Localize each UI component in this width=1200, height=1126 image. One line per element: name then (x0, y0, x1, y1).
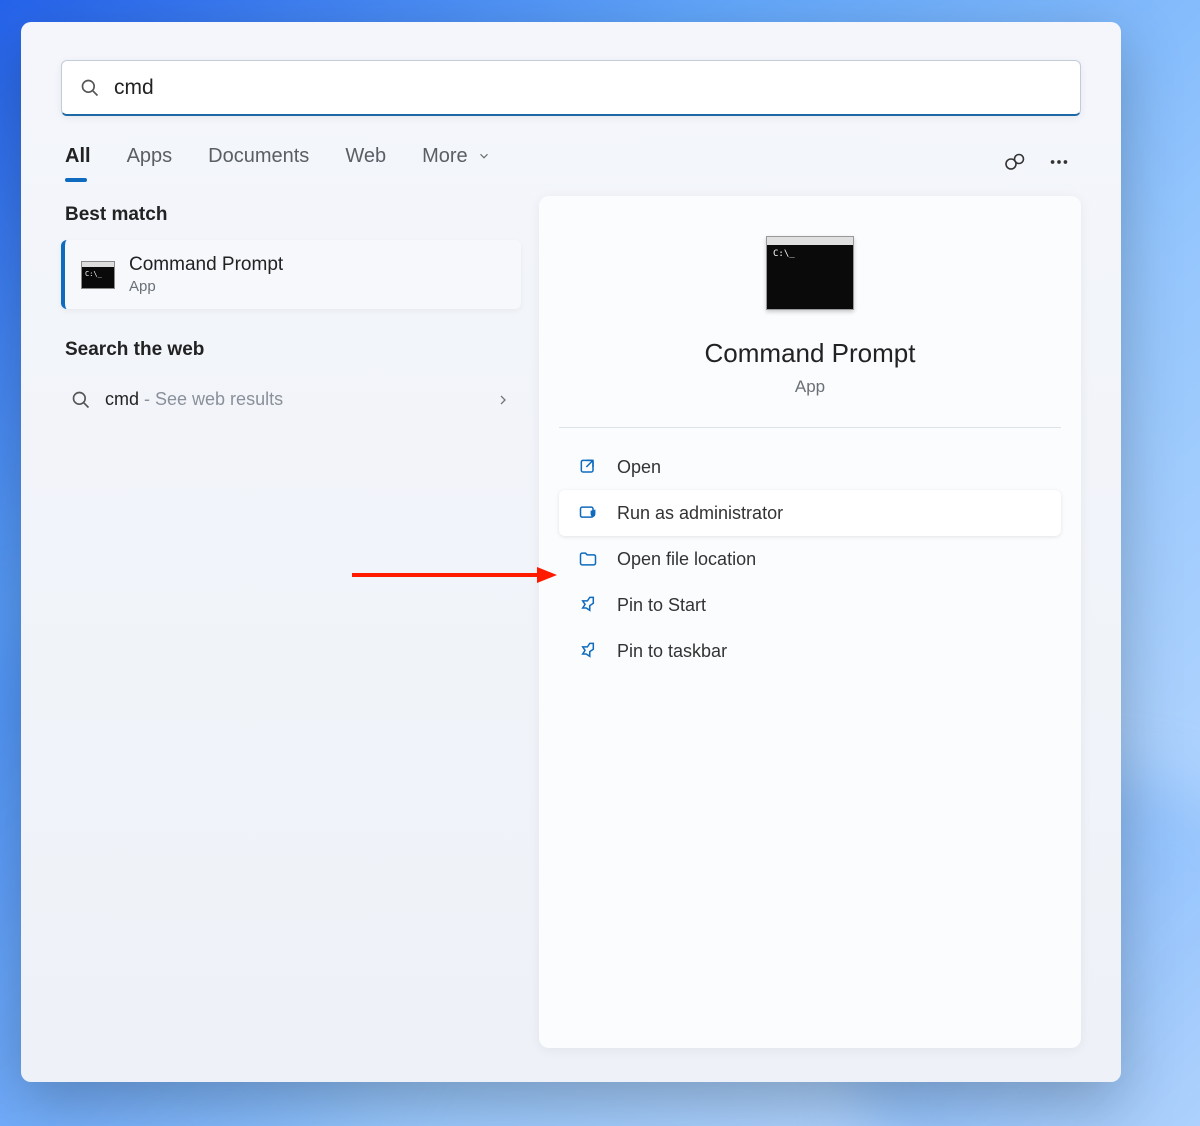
tabs-row: All Apps Documents Web More (61, 144, 1081, 180)
preview-title: Command Prompt (705, 338, 916, 369)
web-result-term: cmd (105, 389, 139, 409)
start-search-panel: All Apps Documents Web More Best match C… (21, 22, 1121, 1082)
action-open-location[interactable]: Open file location (559, 536, 1061, 582)
more-options-button[interactable] (1041, 144, 1077, 180)
tab-apps[interactable]: Apps (127, 145, 173, 180)
search-icon (80, 78, 100, 98)
tab-more[interactable]: More (422, 145, 491, 180)
tab-documents[interactable]: Documents (208, 145, 309, 180)
chevron-down-icon (477, 149, 491, 163)
divider (559, 427, 1061, 428)
folder-icon (577, 548, 599, 570)
admin-shield-icon (577, 502, 599, 524)
chat-icon (1003, 150, 1027, 174)
best-match-header: Best match (65, 204, 521, 226)
action-open[interactable]: Open (559, 444, 1061, 490)
ellipsis-icon (1048, 151, 1070, 173)
action-pin-start[interactable]: Pin to Start (559, 582, 1061, 628)
best-match-title: Command Prompt (129, 254, 283, 276)
action-run-admin[interactable]: Run as administrator (559, 490, 1061, 536)
command-prompt-icon (766, 236, 854, 310)
action-pin-taskbar-label: Pin to taskbar (617, 641, 727, 662)
web-result-hint: - See web results (139, 389, 283, 409)
chat-icon-button[interactable] (997, 144, 1033, 180)
action-run-admin-label: Run as administrator (617, 503, 783, 524)
best-match-subtitle: App (129, 278, 283, 295)
pin-icon (577, 594, 599, 616)
search-input[interactable] (114, 76, 1062, 100)
open-icon (577, 456, 599, 478)
best-match-item[interactable]: Command Prompt App (61, 240, 521, 309)
pin-icon (577, 640, 599, 662)
preview-subtitle: App (795, 377, 825, 397)
search-bar[interactable] (61, 60, 1081, 116)
action-open-location-label: Open file location (617, 549, 756, 570)
search-web-header: Search the web (65, 339, 521, 361)
chevron-right-icon (495, 392, 511, 408)
search-icon (71, 390, 91, 410)
tab-all[interactable]: All (65, 145, 91, 180)
results-column: Best match Command Prompt App Search the… (61, 196, 521, 1048)
preview-panel: Command Prompt App Open Run as administr… (539, 196, 1081, 1048)
web-result-text: cmd - See web results (105, 389, 283, 410)
action-pin-start-label: Pin to Start (617, 595, 706, 616)
tab-more-label: More (422, 145, 468, 167)
tab-web[interactable]: Web (345, 145, 386, 180)
action-open-label: Open (617, 457, 661, 478)
action-pin-taskbar[interactable]: Pin to taskbar (559, 628, 1061, 674)
action-list: Open Run as administrator Open file loca… (559, 444, 1061, 674)
command-prompt-icon (81, 261, 115, 289)
web-result-item[interactable]: cmd - See web results (61, 375, 521, 424)
